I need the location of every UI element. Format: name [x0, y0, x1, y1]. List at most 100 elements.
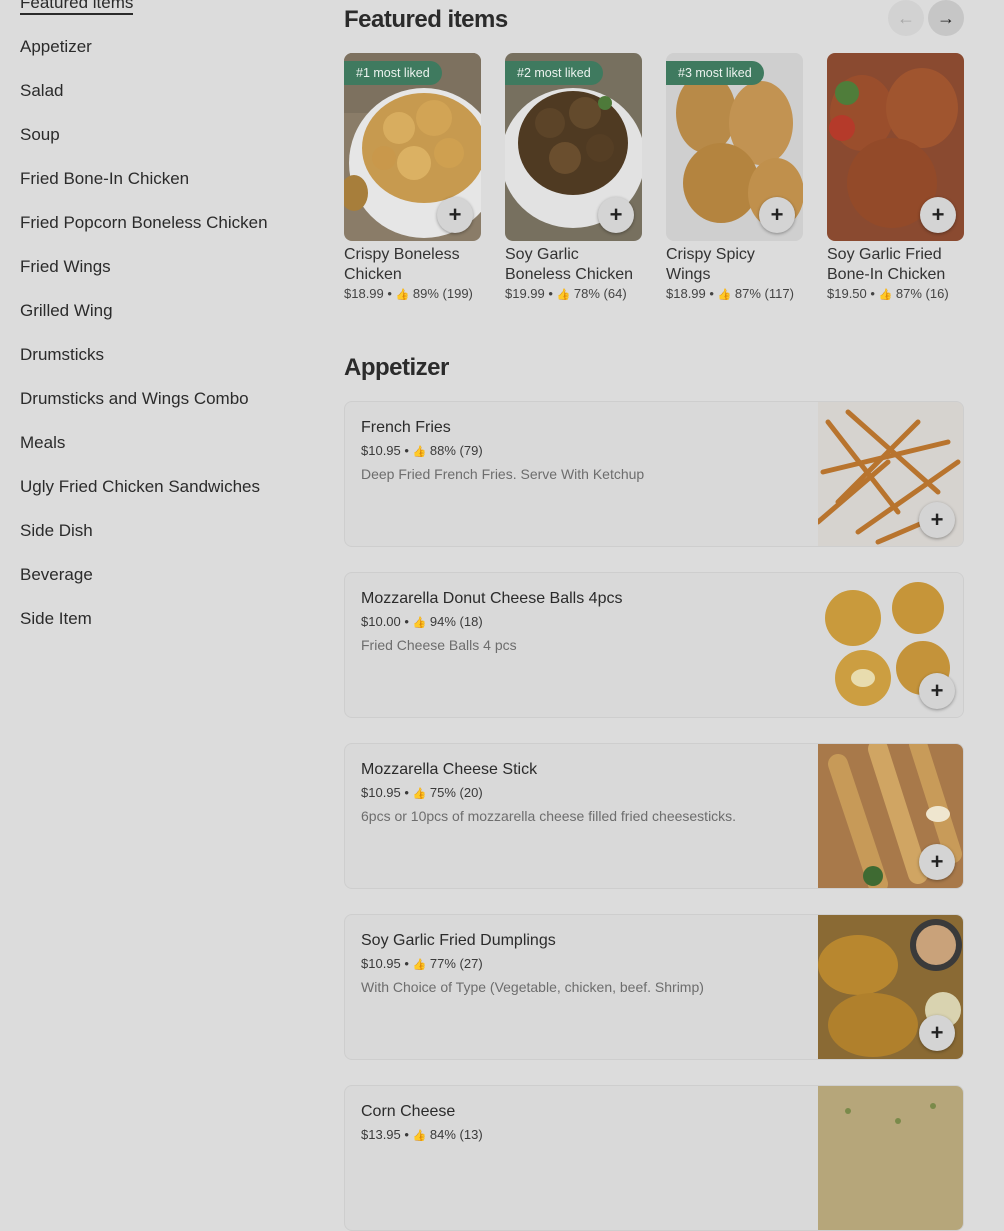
featured-item-card[interactable]: #2 most liked + Soy Garlic Boneless Chic… — [505, 53, 642, 301]
meta-separator: • — [404, 443, 409, 458]
sidebar-item-salad[interactable]: Salad — [20, 80, 320, 124]
menu-item-meta: $10.95 • 👍 77% (27) — [361, 956, 801, 971]
sidebar-item-soup[interactable]: Soup — [20, 124, 320, 168]
menu-item-card[interactable]: Mozzarella Cheese Stick $10.95 • 👍 75% (… — [344, 743, 964, 889]
sidebar-item-label: Appetizer — [20, 37, 92, 56]
item-rating: 84% (13) — [429, 1127, 483, 1142]
item-price: $10.95 — [361, 785, 401, 800]
thumbs-up-icon: 👍 — [412, 1130, 427, 1142]
menu-item-name: French Fries — [361, 419, 451, 436]
sidebar-item-side-dish[interactable]: Side Dish — [20, 520, 320, 564]
featured-item-image: #1 most liked + — [344, 53, 481, 241]
sidebar-item-label: Featured items — [20, 0, 134, 15]
meta-separator: • — [548, 286, 553, 301]
featured-item-name: Soy Garlic Fried Bone-In Chicken — [827, 246, 946, 283]
meta-separator: • — [404, 1127, 409, 1142]
sidebar-item-featured-items[interactable]: Featured items — [20, 0, 320, 36]
sidebar-item-label: Beverage — [20, 565, 93, 584]
item-rating: 78% (64) — [573, 286, 627, 301]
meta-separator: • — [404, 785, 409, 800]
plus-icon: + — [930, 1020, 944, 1045]
item-rating: 94% (18) — [429, 614, 483, 629]
sidebar-item-side-item[interactable]: Side Item — [20, 608, 320, 652]
arrow-right-icon: → — [937, 7, 955, 28]
carousel-prev-button[interactable]: ← — [888, 0, 924, 36]
add-to-cart-button[interactable]: + — [919, 1015, 955, 1051]
menu-item-description: Deep Fried French Fries. Serve With Ketc… — [361, 466, 645, 482]
featured-item-image: + — [827, 53, 964, 241]
meta-separator: • — [404, 956, 409, 971]
sidebar-item-appetizer[interactable]: Appetizer — [20, 36, 320, 80]
add-to-cart-button[interactable]: + — [919, 502, 955, 538]
sidebar-item-grilled-wing[interactable]: Grilled Wing — [20, 300, 320, 344]
item-rating: 87% (117) — [734, 286, 794, 301]
item-price: $10.95 — [361, 956, 401, 971]
sidebar-item-label: Side Dish — [20, 521, 93, 540]
featured-item-card[interactable]: #3 most liked + Crispy Spicy Wings $18.9… — [666, 53, 803, 301]
add-to-cart-button[interactable]: + — [919, 844, 955, 880]
featured-item-meta: $19.99 • 👍 78% (64) — [505, 286, 642, 301]
menu-item-info: Mozzarella Donut Cheese Balls 4pcs $10.0… — [361, 589, 801, 653]
menu-item-name: Corn Cheese — [361, 1103, 456, 1120]
sidebar-item-beverage[interactable]: Beverage — [20, 564, 320, 608]
featured-items-heading: Featured items — [344, 6, 508, 33]
item-rating: 77% (27) — [429, 956, 483, 971]
add-to-cart-button[interactable]: + — [759, 197, 795, 233]
carousel-next-button[interactable]: → — [928, 0, 964, 36]
sidebar-item-ugly-fried-chicken-sandwiches[interactable]: Ugly Fried Chicken Sandwiches — [20, 476, 320, 520]
featured-item-image: #3 most liked + — [666, 53, 803, 241]
menu-item-card[interactable]: Mozzarella Donut Cheese Balls 4pcs $10.0… — [344, 572, 964, 718]
featured-item-name: Soy Garlic Boneless Chicken — [505, 246, 634, 283]
featured-item-image: #2 most liked + — [505, 53, 642, 241]
plus-icon: + — [930, 678, 944, 703]
menu-item-name: Mozzarella Cheese Stick — [361, 761, 538, 778]
menu-item-name: Mozzarella Donut Cheese Balls 4pcs — [361, 590, 623, 607]
thumbs-up-icon: 👍 — [395, 289, 410, 301]
most-liked-badge: #3 most liked — [666, 61, 764, 85]
featured-item-card[interactable]: #1 most liked + Crispy Boneless Chicken … — [344, 53, 481, 301]
corn-cheese-photo — [818, 1086, 963, 1230]
most-liked-badge: #1 most liked — [344, 61, 442, 85]
add-to-cart-button[interactable]: + — [598, 197, 634, 233]
menu-item-name: Soy Garlic Fried Dumplings — [361, 932, 556, 949]
item-rating: 87% (16) — [895, 286, 949, 301]
sidebar-item-label: Soup — [20, 125, 60, 144]
featured-item-card[interactable]: + Soy Garlic Fried Bone-In Chicken $19.5… — [827, 53, 964, 301]
sidebar-item-label: Side Item — [20, 609, 92, 628]
appetizer-heading: Appetizer — [344, 354, 449, 381]
sidebar-item-label: Meals — [20, 433, 66, 452]
menu-item-card[interactable]: Soy Garlic Fried Dumplings $10.95 • 👍 77… — [344, 914, 964, 1060]
menu-item-description: 6pcs or 10pcs of mozzarella cheese fille… — [361, 808, 737, 824]
item-price: $19.50 — [827, 286, 867, 301]
plus-icon: + — [931, 202, 945, 227]
sidebar-item-meals[interactable]: Meals — [20, 432, 320, 476]
add-to-cart-button[interactable]: + — [920, 197, 956, 233]
thumbs-up-icon: 👍 — [412, 446, 427, 458]
add-to-cart-button[interactable]: + — [919, 673, 955, 709]
sidebar-item-drumsticks-and-wings-combo[interactable]: Drumsticks and Wings Combo — [20, 388, 320, 432]
menu-item-card[interactable]: French Fries $10.95 • 👍 88% (79) Deep Fr… — [344, 401, 964, 547]
thumbs-up-icon: 👍 — [556, 289, 571, 301]
featured-item-meta: $18.99 • 👍 89% (199) — [344, 286, 481, 301]
thumbs-up-icon: 👍 — [412, 617, 427, 629]
most-liked-badge: #2 most liked — [505, 61, 603, 85]
plus-icon: + — [770, 202, 784, 227]
sidebar-item-fried-wings[interactable]: Fried Wings — [20, 256, 320, 300]
item-rating: 75% (20) — [429, 785, 483, 800]
meta-separator: • — [387, 286, 392, 301]
item-price: $10.00 — [361, 614, 401, 629]
menu-item-meta: $10.95 • 👍 88% (79) — [361, 443, 801, 458]
add-to-cart-button[interactable]: + — [437, 197, 473, 233]
menu-item-card[interactable]: Corn Cheese $13.95 • 👍 84% (13) — [344, 1085, 964, 1231]
menu-item-info: Soy Garlic Fried Dumplings $10.95 • 👍 77… — [361, 931, 801, 995]
sidebar-item-fried-bone-in-chicken[interactable]: Fried Bone-In Chicken — [20, 168, 320, 212]
arrow-left-icon: ← — [897, 7, 915, 28]
meta-separator: • — [404, 614, 409, 629]
sidebar-item-fried-popcorn-boneless-chicken[interactable]: Fried Popcorn Boneless Chicken — [20, 212, 320, 256]
featured-item-name: Crispy Boneless Chicken — [344, 246, 460, 283]
item-price: $19.99 — [505, 286, 545, 301]
item-price: $18.99 — [666, 286, 706, 301]
item-price: $18.99 — [344, 286, 384, 301]
sidebar-item-drumsticks[interactable]: Drumsticks — [20, 344, 320, 388]
sidebar-item-label: Ugly Fried Chicken Sandwiches — [20, 477, 260, 496]
